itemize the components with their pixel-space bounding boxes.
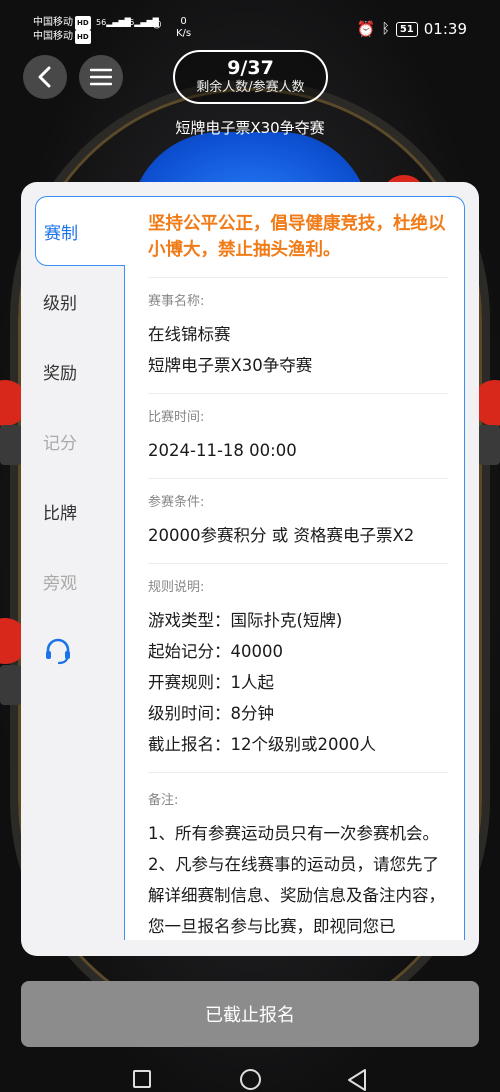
tab-scoring[interactable]: 记分 <box>35 406 125 476</box>
battery-icon: 51 <box>395 21 418 37</box>
rule-line: 级别时间：8分钟 <box>148 704 274 723</box>
registration-closed-button[interactable]: 已截止报名 <box>21 981 479 1047</box>
notes-section: 备注: 1、所有参赛运动员只有一次参赛机会。 2、凡参与在线赛事的运动员，请您先… <box>148 772 448 940</box>
player-tag <box>0 425 22 465</box>
player-tag <box>0 665 22 705</box>
entry-condition-section: 参赛条件: 20000参赛积分 或 资格赛电子票X2 <box>148 478 448 563</box>
headset-icon <box>46 638 70 665</box>
note-line: 2、凡参与在线赛事的运动员，请您先了解详细赛制信息、奖励信息及备注内容，您一旦报… <box>148 855 445 936</box>
clock: 01:39 <box>423 20 467 38</box>
menu-button[interactable] <box>79 55 123 99</box>
network-speed: 0 K/s <box>176 16 192 39</box>
chevron-left-icon <box>38 66 51 88</box>
tournament-info-modal: 赛制 级别 奖励 记分 比牌 旁观 坚持公平公正，倡导健康竞技，杜绝以小博大，禁… <box>21 182 479 956</box>
tournament-name-section: 赛事名称: 在线锦标赛 短牌电子票X30争夺赛 <box>148 277 448 393</box>
format-panel[interactable]: 坚持公平公正，倡导健康竞技，杜绝以小博大，禁止抽头渔利。 赛事名称: 在线锦标赛… <box>124 196 465 940</box>
player-count: 9/37 剩余人数/参赛人数 <box>173 50 328 104</box>
note-line: 1、所有参赛运动员只有一次参赛机会。 <box>148 824 439 843</box>
home-icon[interactable] <box>240 1069 261 1090</box>
recent-apps-icon[interactable] <box>133 1070 151 1088</box>
system-nav-bar <box>0 1058 500 1092</box>
bluetooth-icon: ᛒ <box>381 21 390 37</box>
player-tag <box>478 425 500 465</box>
rule-line: 截止报名：12个级别或2000人 <box>148 735 376 754</box>
alarm-icon: ⏰ <box>356 20 376 38</box>
wifi-icon: ◎ <box>152 17 162 30</box>
tab-compare[interactable]: 比牌 <box>35 476 125 546</box>
tab-format[interactable]: 赛制 <box>35 196 125 266</box>
status-right: ⏰ ᛒ 51 01:39 <box>357 20 467 38</box>
tab-level[interactable]: 级别 <box>35 266 125 336</box>
status-bar: 中国移动 HD 中国移动 HD 56▂▄▆█ 56▂▄▆█ ◎ 0 K/s ⏰ ᛒ … <box>0 0 500 48</box>
tab-list: 赛制 级别 奖励 记分 比牌 旁观 <box>35 196 125 686</box>
fair-play-slogan: 坚持公平公正，倡导健康竞技，杜绝以小博大，禁止抽头渔利。 <box>148 214 446 260</box>
rule-line: 开赛规则：1人起 <box>148 673 274 692</box>
carrier-info: 中国移动 HD 中国移动 HD <box>33 16 91 44</box>
customer-service-button[interactable] <box>35 616 125 686</box>
tab-reward[interactable]: 奖励 <box>35 336 125 406</box>
match-time-section: 比赛时间: 2024-11-18 00:00 <box>148 393 448 478</box>
back-button[interactable] <box>23 55 67 99</box>
hamburger-icon <box>90 68 112 86</box>
game-title: 短牌电子票X30争夺赛 <box>175 119 325 137</box>
rules-section: 规则说明: 游戏类型：国际扑克(短牌) 起始记分：40000 开赛规则：1人起 … <box>148 563 448 772</box>
tab-spectate[interactable]: 旁观 <box>35 546 125 616</box>
back-triangle-icon[interactable] <box>346 1068 368 1092</box>
rule-line: 游戏类型：国际扑克(短牌) <box>148 611 343 630</box>
rule-line: 起始记分：40000 <box>148 642 283 661</box>
